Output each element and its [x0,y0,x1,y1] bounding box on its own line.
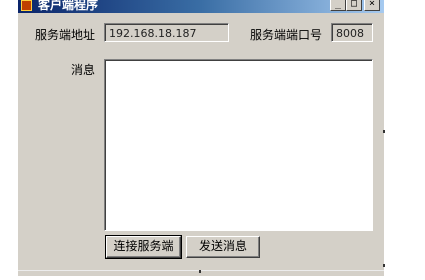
close-button[interactable]: × [364,0,380,11]
resize-tick-bottom [199,270,201,273]
minimize-button[interactable]: _ [330,0,346,11]
message-label: 消息 [71,63,96,77]
server-address-field[interactable]: 192.168.18.187 [104,23,229,42]
server-address-label: 服务端地址 [35,28,96,42]
resize-tick-right [383,130,385,133]
message-textarea[interactable] [104,59,373,231]
title-bar[interactable]: 客户端程序 _ □ × [18,0,384,13]
window-bottom-edge [18,270,384,271]
resize-tick-right-bottom [383,264,385,267]
connect-server-button[interactable]: 连接服务端 [105,235,182,259]
app-icon [21,0,32,11]
server-port-label: 服务端端口号 [250,28,323,42]
window-title: 客户端程序 [38,0,99,12]
send-message-button[interactable]: 发送消息 [186,236,260,258]
client-window: 客户端程序 _ □ × 服务端地址 192.168.18.187 服务端端口号 … [18,0,384,276]
server-port-field[interactable]: 8008 [331,23,373,42]
maximize-button[interactable]: □ [346,0,362,11]
